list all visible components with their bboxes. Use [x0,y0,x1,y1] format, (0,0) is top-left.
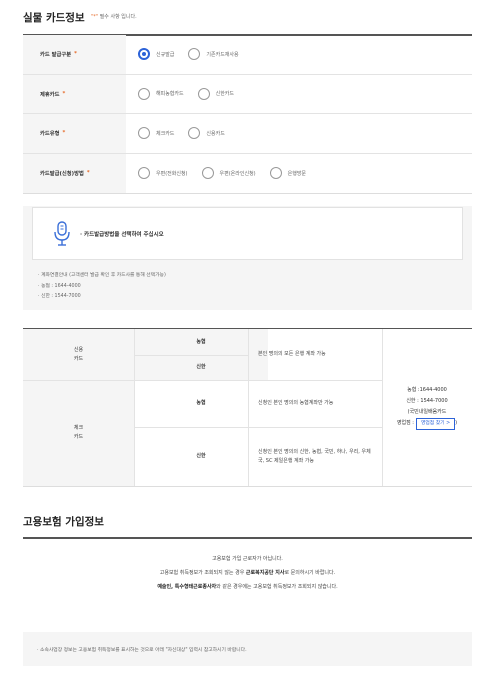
branch-line: 영업점 : 영업점 찾기 >) [397,418,457,430]
row-label: 카드유형 [40,131,60,138]
guide-panel: · 카드발급방법을 선택하여 주십시오 계좌연결안내 (고객센터 발급 확인 후… [23,206,472,310]
radio-circle[interactable] [138,167,150,180]
desc-check-shinhan: 신청인 본인 명의의 신한, 농협, 국민, 하나, 우리, 우체국, SC 제… [258,448,371,464]
radio-new-issue[interactable]: 신규발급 [138,48,175,61]
form-row-partner-card: 제휴카드 * 해피농협카드 신한카드 [23,74,472,114]
row-header: 카드발급(신청)방법 * [23,153,126,193]
guide-message: · 카드발급방법을 선택하여 주십시오 [80,231,164,238]
row-header: 카드 발급구분 * [23,35,126,74]
radio-circle[interactable] [138,127,150,140]
radio-group-issue-method: 우편(전화신청) 우편(온라인신청) 은행방문 [126,167,472,180]
radio-label: 은행방문 [287,170,307,177]
radio-circle[interactable] [269,167,282,180]
table-divider [23,380,382,381]
insurance-line-2-bold: 근로복지공단 지사 [245,570,285,576]
insurance-section-divider [23,537,472,539]
desc-check-nh: 신청인 본인 명의의 농협계좌만 가능 [258,400,334,406]
card-section-title: 실물 카드정보 [23,12,85,24]
branch-label: 영업점 : [396,420,414,426]
radio-nh-card[interactable]: 해피농협카드 [138,87,184,100]
insurance-line-3: 예술인, 특수형태근로종사자와 같은 경우에는 고용보험 취득정보가 조회되지 … [23,580,472,594]
required-note-text: 필수 사항 입니다. [98,14,137,20]
radio-group-card-type: 체크카드 신용카드 [126,127,472,140]
radio-group-issue-type: 신규발급 기존카드재사용 [126,48,472,61]
close-paren: ) [455,420,458,426]
radio-circle[interactable] [188,127,201,140]
insurance-line-1: 고용보험 가입 근로자가 아닙니다. [212,556,283,562]
radio-label: 우편(전화신청) [156,170,188,177]
insurance-info: 고용보험 가입 근로자가 아닙니다. 고용보험 취득정보가 조회되지 않는 경우… [23,543,472,630]
desc-credit: 본인 명의의 모든 은행 계좌 가능 [258,351,326,357]
radio-circle-selected[interactable] [138,48,150,61]
radio-circle[interactable] [201,167,214,180]
radio-bank-visit[interactable]: 은행방문 [269,167,307,180]
radio-label: 신규발급 [156,51,175,58]
row-label: 카드 발급구분 [40,52,72,59]
required-star: * [62,130,66,137]
card-form-table: 카드 발급구분 * 신규발급 기존카드재사용 제휴카드 * 해피농협카드 신한카드 … [23,35,472,194]
form-row-issue-method: 카드발급(신청)방법 * 우편(전화신청) 우편(온라인신청) 은행방문 [23,153,472,193]
radio-mail-online[interactable]: 우편(온라인신청) [201,167,256,180]
radio-label: 신한카드 [215,91,235,98]
insurance-line-3-bold: 예술인, 특수형태근로종사자 [157,584,217,590]
radio-circle[interactable] [188,48,201,61]
insurance-line-3-post: 와 같은 경우에는 고용보험 취득정보가 조회되지 않습니다. [216,584,338,590]
form-row-issue-type: 카드 발급구분 * 신규발급 기존카드재사용 [23,35,472,75]
radio-label: 신용카드 [206,130,225,137]
credit-card-header: 신용 카드 [23,329,134,380]
radio-circle[interactable] [138,87,150,100]
row-header: 카드유형 * [23,114,126,153]
insurance-line-2-pre: 고용보험 취득정보가 조회되지 않는 경우 [159,570,246,576]
table-divider [134,329,135,486]
radio-group-partner-card: 해피농협카드 신한카드 [126,87,472,100]
radio-shinhan-card[interactable]: 신한카드 [197,87,235,100]
guide-item: 신한 : 1544-7000 [38,292,166,303]
contact-note: (국민내일배움카드 [407,409,447,415]
guide-item: 계좌연결안내 (고객센터 발급 확인 후 카드사를 통해 선택가능) [38,271,166,282]
contact-info: 농협 :1644-4000 신한 : 1544-7000 (국민내일배움카드 영… [382,329,472,486]
table-divider [248,329,249,486]
radio-label: 해피농협카드 [156,91,184,98]
radio-reuse-card[interactable]: 기존카드재사용 [188,48,239,61]
radio-mail-phone[interactable]: 우편(전화신청) [138,167,188,180]
table-divider [134,355,248,356]
insurance-section-title: 고용보험 가입정보 [23,516,104,528]
row-label: 제휴카드 [40,91,60,98]
radio-circle[interactable] [197,87,210,100]
find-branch-button[interactable]: 영업점 찾기 > [415,418,456,430]
guide-item: 농협 : 1644-4000 [38,282,166,293]
contact-shinhan: 신한 : 1544-7000 [406,398,448,404]
insurance-line-2: 고용보험 취득정보가 조회되지 않는 경우 근로복지공단 지사로 문의하시기 바… [23,566,472,580]
guide-list: 계좌연결안내 (고객센터 발급 확인 후 카드사를 통해 선택가능) 농협 : … [38,271,166,303]
bank-account-table: 신용 카드 체크 카드 농협 신한 농협 신한 본인 명의의 모든 은행 계좌 … [23,328,472,487]
table-divider [134,427,382,428]
radio-credit-card[interactable]: 신용카드 [188,127,225,140]
row-header: 제휴카드 * [23,74,126,113]
radio-label: 체크카드 [156,130,175,137]
microphone-icon [54,220,70,246]
row-label: 카드발급(신청)방법 [40,171,84,178]
required-note: "*" 필수 사항 입니다. [91,13,137,20]
guide-message-box: · 카드발급방법을 선택하여 주십시오 [32,207,463,260]
check-card-header: 체크 카드 [23,380,134,486]
required-star: * [86,170,90,177]
radio-label: 우편(온라인신청) [219,170,256,177]
insurance-bottom-note: · 소속사업장 정보는 고용보험 취득정보를 표시하는 것으로 아래 "자신대상… [23,632,472,666]
insurance-line-2-post: 로 문의하시기 바랍니다. [284,570,336,576]
radio-label: 기존카드재사용 [206,51,239,58]
required-star: * [74,51,77,58]
radio-check-card[interactable]: 체크카드 [138,127,175,140]
form-row-card-type: 카드유형 * 체크카드 신용카드 [23,114,472,154]
contact-nh: 농협 :1644-4000 [407,387,447,393]
required-star: * [62,90,66,97]
